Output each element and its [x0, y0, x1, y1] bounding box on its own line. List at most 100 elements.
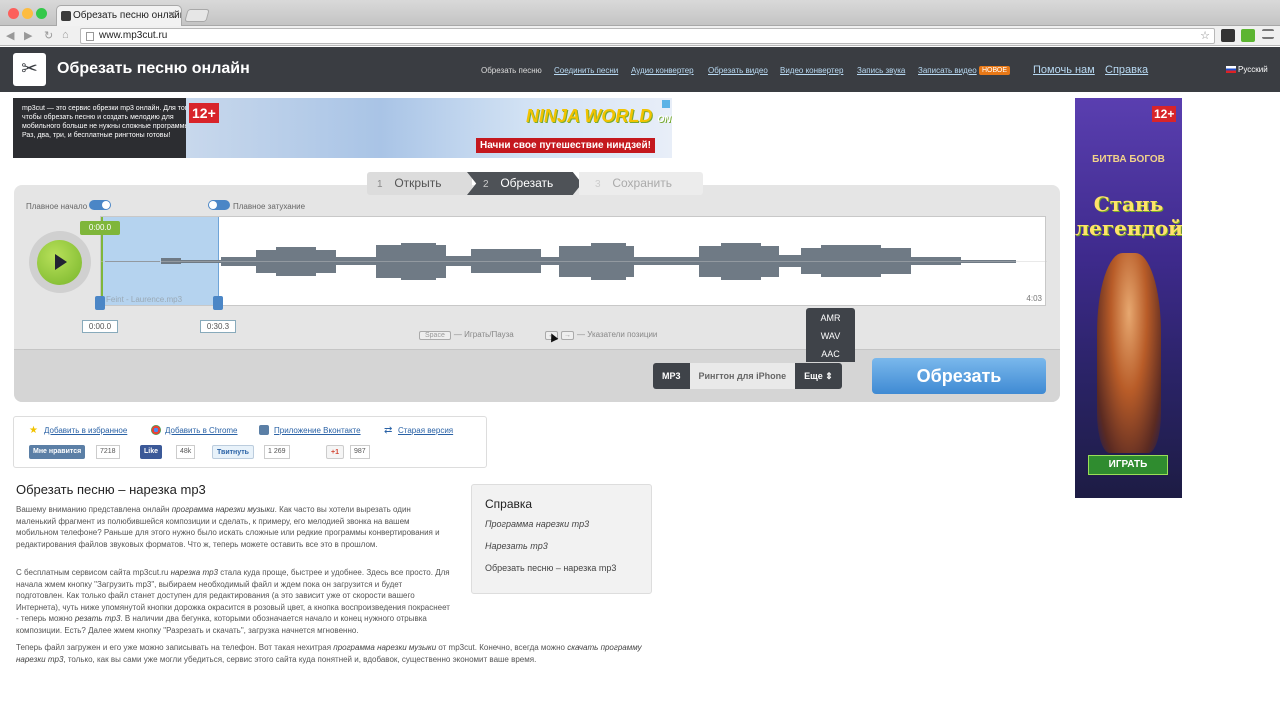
help-link-program[interactable]: Программа нарезки mp3: [485, 519, 589, 529]
format-dropdown-menu: AMR WAV AAC: [806, 308, 855, 362]
vk-like-count: 7218: [96, 445, 120, 459]
home-icon[interactable]: ⌂: [62, 29, 69, 41]
close-window-button[interactable]: [8, 8, 19, 19]
age-rating: 12+: [189, 103, 219, 123]
nav-help[interactable]: Справка: [1105, 64, 1148, 76]
old-version-link[interactable]: Старая версия: [398, 426, 453, 435]
add-to-favorites-link[interactable]: Добавить в избранное: [44, 426, 127, 435]
start-time-input[interactable]: 0:00.0: [82, 320, 118, 333]
ad-artwork: 12+ NINJA WORLD ONLINE Начни свое путеше…: [186, 98, 672, 158]
nav-record-audio[interactable]: Запись звука: [857, 66, 905, 75]
star-icon: ★: [29, 425, 38, 436]
track-name: Feint - Laurence.mp3: [106, 295, 183, 304]
arrow-right-key-icon: →: [561, 331, 574, 340]
article-paragraph: Вашему вниманию представлена онлайн прог…: [16, 505, 440, 549]
play-icon[interactable]: [37, 240, 82, 285]
page-icon: [86, 32, 94, 41]
site-header: ✂ Обрезать песню онлайн Обрезать песню С…: [0, 47, 1280, 92]
nav-record-video[interactable]: Записать видео: [918, 66, 977, 75]
step-cut[interactable]: 2 Обрезать: [467, 172, 582, 195]
vk-app-link[interactable]: Приложение Вконтакте: [274, 426, 361, 435]
back-icon[interactable]: ◀: [6, 29, 14, 42]
nav-help-us[interactable]: Помочь нам: [1033, 64, 1095, 76]
chrome-icon: [151, 425, 161, 435]
nav-cut-video[interactable]: Обрезать видео: [708, 66, 768, 75]
extension-icon[interactable]: [1221, 29, 1235, 42]
cut-button[interactable]: Обрезать: [872, 358, 1046, 394]
nav-join-songs[interactable]: Соединить песни: [554, 66, 618, 75]
side-hero-image: [1097, 253, 1161, 453]
reload-icon[interactable]: ↻: [44, 29, 53, 42]
help-box: Справка Программа нарезки mp3 Нарезать m…: [471, 484, 652, 594]
step-indicator: 1 Открыть 2 Обрезать 3 Сохранить: [367, 172, 703, 195]
vk-like-button[interactable]: Мне нравится: [29, 445, 86, 459]
article-paragraph: Теперь файл загружен и его уже можно зап…: [16, 643, 642, 664]
site-favicon-icon: [61, 11, 71, 21]
ad-description: mp3cut — это сервис обрезки mp3 онлайн. …: [22, 105, 192, 139]
article-title: Обрезать песню – нарезка mp3: [16, 482, 206, 497]
banner-ad[interactable]: mp3cut — это сервис обрезки mp3 онлайн. …: [13, 98, 672, 158]
ad-cta[interactable]: Начни свое путешествие ниндзей!: [476, 138, 655, 153]
bookmark-star-icon[interactable]: ☆: [1200, 29, 1210, 43]
address-bar[interactable]: www.mp3cut.ru ☆: [80, 28, 1215, 44]
end-time-input[interactable]: 0:30.3: [200, 320, 236, 333]
help-link-article[interactable]: Обрезать песню – нарезка mp3: [485, 563, 616, 573]
format-selector: MP3 Рингтон для iPhone Еще ⇕: [653, 363, 842, 389]
fb-like-count: 48k: [176, 445, 196, 459]
language-label: Русский: [1238, 65, 1268, 74]
forward-icon[interactable]: ▶: [24, 29, 32, 42]
waveform: [101, 243, 1047, 280]
help-title: Справка: [485, 497, 533, 511]
fade-out-label: Плавное затухание: [233, 202, 306, 211]
old-version-icon: ⇄: [384, 425, 393, 436]
step-open[interactable]: 1 Открыть: [367, 172, 472, 195]
browser-toolbar: ◀ ▶ ↻ ⌂ www.mp3cut.ru ☆: [0, 26, 1280, 46]
format-option-aac[interactable]: AAC: [806, 346, 855, 362]
tab-title: Обрезать песню онлайн: [73, 10, 182, 21]
nav-audio-converter[interactable]: Аудио конвертер: [631, 66, 694, 75]
new-tab-button[interactable]: [184, 9, 210, 22]
share-box: ★ Добавить в избранное Добавить в Chrome…: [13, 416, 487, 468]
space-key-icon: Space: [419, 331, 451, 340]
hint-position: ← → — Указатели позиции: [545, 330, 657, 340]
fade-in-toggle[interactable]: [89, 200, 111, 210]
waveform-area[interactable]: Feint - Laurence.mp3 4:03: [100, 216, 1047, 306]
logo-icon[interactable]: ✂: [13, 53, 46, 86]
end-handle[interactable]: [213, 296, 223, 310]
gplus-button[interactable]: +1: [326, 445, 344, 459]
nav-cut-song[interactable]: Обрезать песню: [481, 66, 542, 75]
format-iphone-button[interactable]: Рингтон для iPhone: [689, 363, 796, 389]
vk-icon: [259, 425, 269, 435]
maximize-window-button[interactable]: [36, 8, 47, 19]
ad-game-title: NINJA WORLD ONLINE: [526, 106, 672, 126]
tweet-button[interactable]: Твитнуть: [212, 445, 254, 459]
play-button-ring: [29, 231, 91, 293]
help-link-cut[interactable]: Нарезать mp3: [485, 541, 548, 551]
download-extension-icon[interactable]: [1241, 29, 1255, 42]
format-more-button[interactable]: Еще ⇕: [795, 363, 842, 389]
hint-play-pause: Space — Играть/Пауза: [419, 330, 514, 340]
article-paragraph: С бесплатным сервисом сайта mp3cut.ru на…: [16, 568, 450, 635]
nav-video-converter[interactable]: Видео конвертер: [780, 66, 843, 75]
fb-like-button[interactable]: Like: [140, 445, 163, 459]
fade-out-toggle[interactable]: [208, 200, 230, 210]
minimize-window-button[interactable]: [22, 8, 33, 19]
side-play-button[interactable]: ИГРАТЬ: [1088, 455, 1168, 475]
browser-tab[interactable]: Обрезать песню онлайн ✕: [56, 5, 182, 26]
step-save[interactable]: 3 Сохранить: [579, 172, 703, 195]
add-to-chrome-link[interactable]: Добавить в Chrome: [165, 426, 238, 435]
language-selector[interactable]: Русский: [1226, 65, 1268, 74]
format-option-wav[interactable]: WAV: [806, 328, 855, 344]
tab-close-icon[interactable]: ✕: [168, 6, 176, 26]
current-time: 0:00.0: [80, 221, 120, 235]
site-title[interactable]: Обрезать песню онлайн: [57, 60, 250, 78]
side-age-rating: 12+: [1152, 106, 1177, 122]
start-handle[interactable]: [95, 296, 105, 310]
format-mp3-button[interactable]: MP3: [653, 363, 690, 389]
side-ad[interactable]: 12+ БИТВА БОГОВ Стань легендой! ИГРАТЬ: [1075, 98, 1182, 498]
side-game-title: БИТВА БОГОВ: [1092, 154, 1165, 165]
fade-in-label: Плавное начало: [26, 202, 88, 211]
ad-choices-icon[interactable]: [662, 100, 670, 108]
format-option-amr[interactable]: AMR: [806, 310, 855, 326]
menu-icon[interactable]: [1262, 29, 1274, 39]
